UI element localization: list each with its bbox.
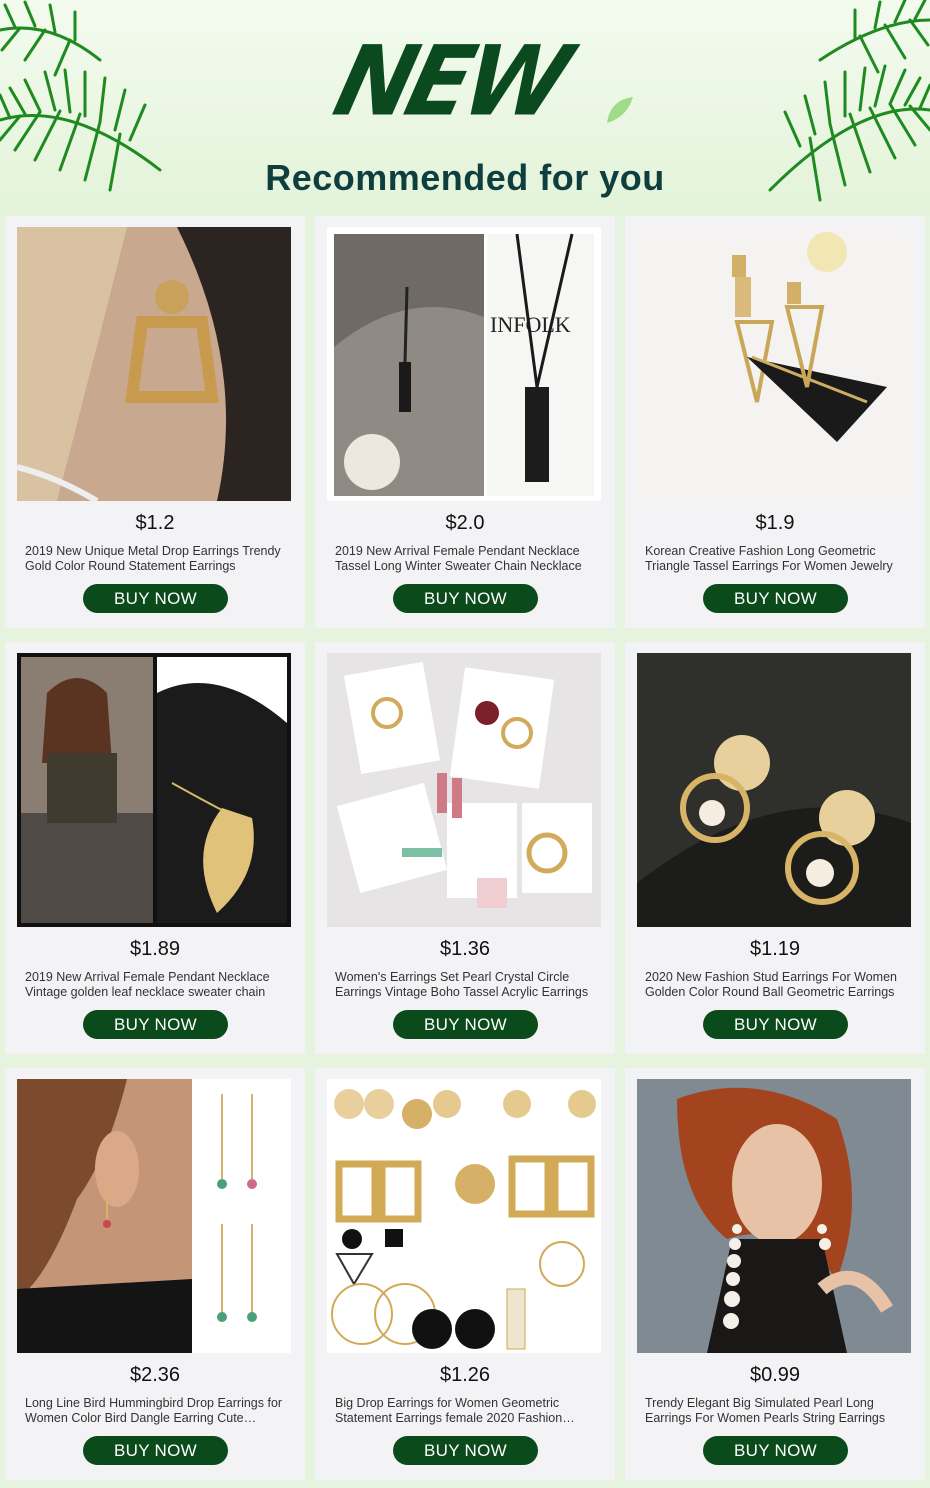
product-title[interactable]: Women's Earrings Set Pearl Crystal Circl…: [335, 970, 597, 1000]
product-image[interactable]: [637, 653, 911, 927]
product-price: $1.19: [749, 938, 801, 960]
product-price: $1.9: [755, 512, 795, 534]
buy-now-button[interactable]: BUY NOW: [393, 584, 538, 613]
product-card[interactable]: $2.36 Long Line Bird Hummingbird Drop Ea…: [5, 1068, 305, 1480]
product-price: $1.26: [439, 1364, 491, 1386]
product-title[interactable]: 2019 New Arrival Female Pendant Necklace…: [335, 544, 597, 574]
product-card[interactable]: $0.99 Trendy Elegant Big Simulated Pearl…: [625, 1068, 925, 1480]
buy-now-button[interactable]: BUY NOW: [703, 1010, 848, 1039]
product-image[interactable]: [17, 1079, 291, 1353]
product-image[interactable]: [327, 1079, 601, 1353]
buy-now-button[interactable]: BUY NOW: [703, 1436, 848, 1465]
product-card[interactable]: $1.36 Women's Earrings Set Pearl Crystal…: [315, 642, 615, 1054]
product-price: $1.89: [129, 938, 181, 960]
header-banner: NEW Recommended for you: [0, 0, 930, 215]
buy-now-button[interactable]: BUY NOW: [83, 1436, 228, 1465]
product-card[interactable]: $1.89 2019 New Arrival Female Pendant Ne…: [5, 642, 305, 1054]
product-title[interactable]: 2020 New Fashion Stud Earrings For Women…: [645, 970, 907, 1000]
product-price: $0.99: [749, 1364, 801, 1386]
product-title[interactable]: Big Drop Earrings for Women Geometric St…: [335, 1396, 597, 1426]
product-image[interactable]: [327, 653, 601, 927]
product-image[interactable]: [17, 653, 291, 927]
product-image[interactable]: [17, 227, 291, 501]
product-image[interactable]: INFOLK: [327, 227, 601, 501]
buy-now-button[interactable]: BUY NOW: [393, 1010, 538, 1039]
page-title: Recommended for you: [265, 157, 665, 198]
product-card[interactable]: $1.26 Big Drop Earrings for Women Geomet…: [315, 1068, 615, 1480]
product-grid: $1.2 2019 New Unique Metal Drop Earrings…: [5, 216, 925, 1480]
product-card[interactable]: $1.9 Korean Creative Fashion Long Geomet…: [625, 216, 925, 628]
buy-now-button[interactable]: BUY NOW: [83, 1010, 228, 1039]
new-logo: NEW: [300, 20, 633, 155]
product-price: $2.36: [129, 1364, 181, 1386]
product-image[interactable]: [637, 227, 911, 501]
buy-now-button[interactable]: BUY NOW: [83, 584, 228, 613]
product-title[interactable]: 2019 New Arrival Female Pendant Necklace…: [25, 970, 287, 1000]
product-card[interactable]: $1.19 2020 New Fashion Stud Earrings For…: [625, 642, 925, 1054]
product-card[interactable]: $1.2 2019 New Unique Metal Drop Earrings…: [5, 216, 305, 628]
leaf-icon: [607, 97, 633, 123]
product-price: $1.2: [135, 512, 175, 534]
product-price: $1.36: [439, 938, 491, 960]
buy-now-button[interactable]: BUY NOW: [703, 584, 848, 613]
product-title[interactable]: Korean Creative Fashion Long Geometric T…: [645, 544, 907, 574]
product-title[interactable]: Long Line Bird Hummingbird Drop Earrings…: [25, 1396, 287, 1426]
product-card[interactable]: INFOLK $2.0 2019 New Arrival Female Pend…: [315, 216, 615, 628]
buy-now-button[interactable]: BUY NOW: [393, 1436, 538, 1465]
product-price: $2.0: [445, 512, 485, 534]
new-logo-text: NEW: [324, 25, 576, 138]
product-title[interactable]: 2019 New Unique Metal Drop Earrings Tren…: [25, 544, 287, 574]
product-title[interactable]: Trendy Elegant Big Simulated Pearl Long …: [645, 1396, 907, 1426]
product-image[interactable]: [637, 1079, 911, 1353]
